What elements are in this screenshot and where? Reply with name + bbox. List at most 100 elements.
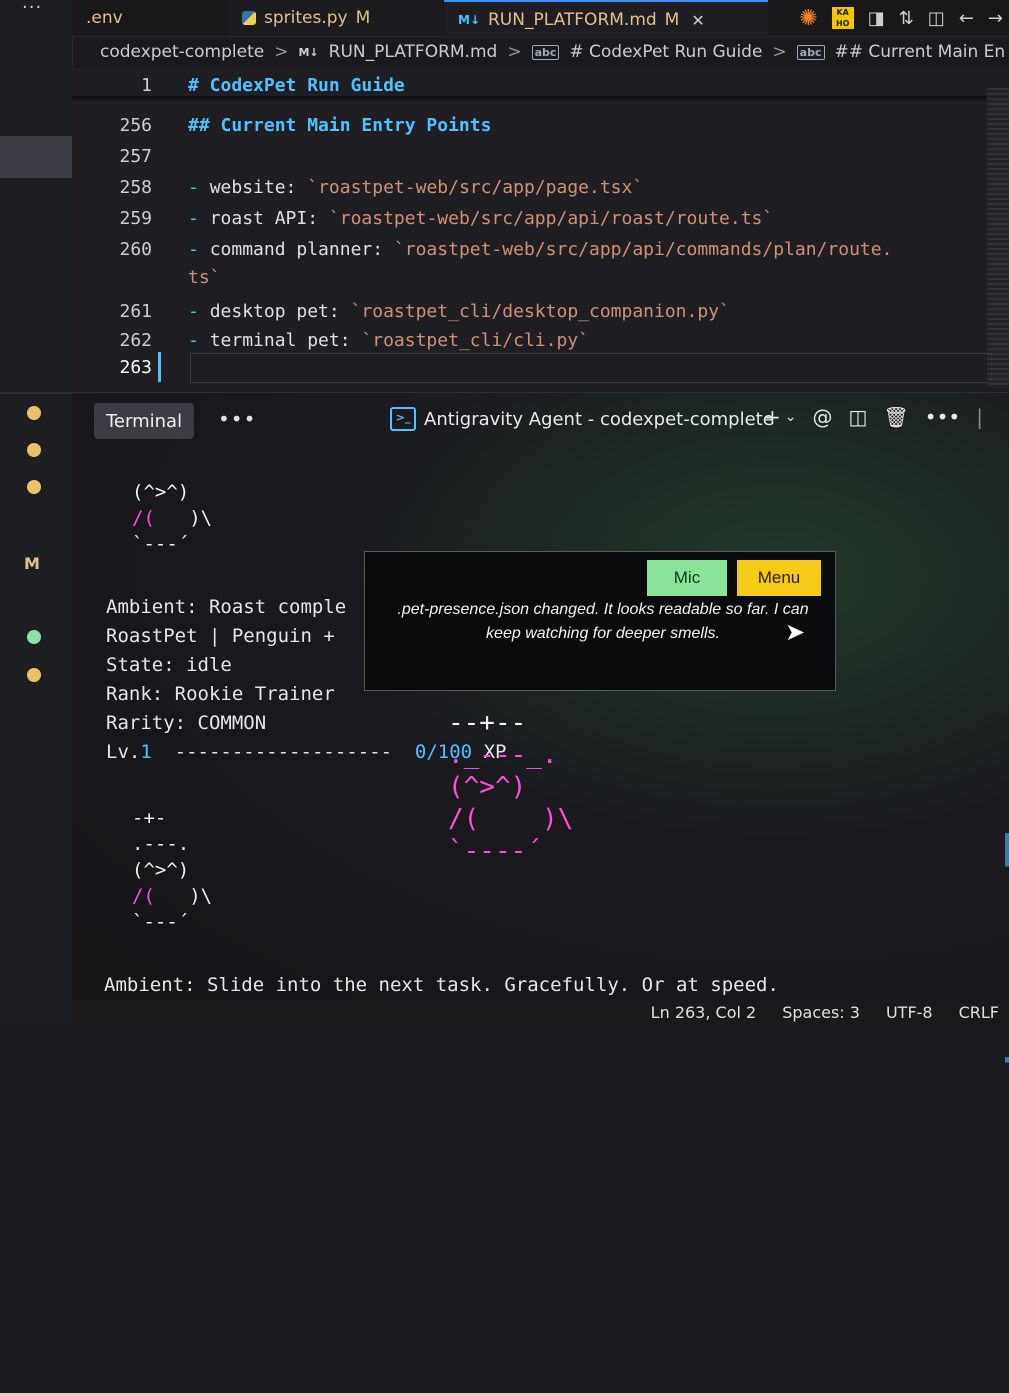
state-line: State: idle [106, 654, 232, 676]
terminal-icon: >_ [390, 407, 416, 431]
level-value: 1 [140, 741, 152, 763]
modified-indicator: M [355, 8, 371, 28]
list-bullet: - [188, 300, 199, 322]
inline-code: `roastpet_cli/desktop_companion.py` [350, 300, 730, 322]
tab-run-platform-md[interactable]: M↓ RUN_PLATFORM.md M ✕ [444, 0, 768, 38]
line-number: 262 [119, 329, 152, 351]
line-number: 259 [119, 207, 152, 229]
markdown-file-icon: M↓ [298, 45, 319, 59]
line-number: 258 [119, 176, 152, 198]
sticky-heading: # CodexPet Run Guide [188, 74, 405, 96]
change-dot-icon [27, 480, 41, 494]
breadcrumb-file[interactable]: RUN_PLATFORM.md [329, 42, 498, 62]
inline-code: `roastpet-web/src/app/page.tsx` [307, 176, 644, 198]
compare-changes-icon[interactable]: ⇅ [899, 8, 914, 29]
pet-body-left: /( [448, 804, 480, 834]
ambient-footer-line: Ambient: Slide into the next task. Grace… [104, 974, 779, 996]
tab-label: Terminal [106, 410, 183, 432]
breadcrumb-section[interactable]: # CodexPet Run Guide [569, 42, 762, 62]
list-item-label: command planner: [209, 238, 394, 260]
list-item: - command planner: `roastpet-web/src/app… [188, 239, 892, 260]
editor-line[interactable]: 256 ## Current Main Entry Points [72, 110, 491, 140]
activity-selected-item[interactable] [0, 136, 72, 178]
cursor-position[interactable]: Ln 263, Col 2 [651, 1003, 757, 1022]
activity-bar: ... M [0, 0, 73, 1024]
list-item-label: roast API: [209, 207, 329, 229]
more-icon[interactable]: ••• [218, 407, 256, 431]
pet-bottom: `---´ [132, 911, 190, 933]
tab-sprites-py[interactable]: sprites.py M [228, 0, 442, 36]
pet-body-left: /( [132, 507, 155, 529]
list-bullet: - [188, 176, 199, 198]
chevron-right-icon: > [274, 42, 289, 62]
pet-top: .---. [132, 833, 190, 855]
at-mention-icon[interactable]: @ [813, 405, 833, 429]
line-number: 260 [119, 238, 152, 260]
chevron-right-icon: > [507, 42, 522, 62]
tab-terminal[interactable]: Terminal [94, 403, 195, 439]
popup-message: .pet-presence.json changed. It looks rea… [397, 601, 809, 642]
terminal-scrollbar[interactable] [1005, 833, 1009, 1393]
editor-line[interactable]: 260 - command planner: `roastpet-web/src… [72, 234, 892, 264]
chevron-down-icon[interactable]: ⌄ [785, 409, 797, 425]
python-file-icon [242, 11, 256, 25]
forward-arrow-icon[interactable]: → [988, 8, 1003, 29]
breadcrumb-folder[interactable]: codexpet-complete [100, 42, 264, 62]
editor-line[interactable]: 262 - terminal pet: `roastpet_cli/cli.py… [72, 325, 589, 355]
change-dot-icon [27, 443, 41, 457]
minimap[interactable] [987, 88, 1009, 388]
ambient-line: Ambient: Roast comple [106, 596, 347, 618]
encoding[interactable]: UTF-8 [886, 1003, 933, 1022]
menu-button[interactable]: Menu [737, 560, 821, 596]
more-icon[interactable]: ••• [925, 405, 960, 429]
modified-badge: M [24, 554, 40, 573]
editor-line[interactable]: 258 - website: `roastpet-web/src/app/pag… [72, 172, 643, 202]
editor-tab-bar: .env sprites.py M M↓ RUN_PLATFORM.md M ✕… [72, 0, 1009, 38]
list-item: - terminal pet: `roastpet_cli/cli.py` [188, 330, 589, 351]
split-terminal-icon[interactable]: ◫ [849, 405, 868, 429]
line-ending[interactable]: CRLF [959, 1003, 999, 1022]
activity-overflow-icon[interactable]: ... [22, 0, 42, 13]
editor-line[interactable]: 257 [72, 141, 152, 171]
roastpet-line: RoastPet | Penguin + [106, 625, 335, 647]
breadcrumb-section[interactable]: ## Current Main En [835, 42, 1006, 62]
list-bullet: - [188, 207, 199, 229]
status-bar: Ln 263, Col 2 Spaces: 3 UTF-8 CRLF [72, 1000, 1009, 1024]
change-dot-icon [27, 668, 41, 682]
activity-divider [0, 392, 72, 394]
terminal-panel: Terminal ••• >_ Antigravity Agent - code… [72, 392, 1009, 1393]
mic-button[interactable]: Mic [647, 560, 727, 596]
markdown-heading: ## Current Main Entry Points [188, 114, 492, 136]
plus-icon[interactable]: + [764, 405, 781, 429]
big-pet-art: --+-- ._---_. (^>^) /( )\ `----´ [448, 707, 573, 867]
xp-bar: ------------------- [174, 741, 393, 763]
extension-icon[interactable]: KA HO [831, 7, 854, 29]
indentation[interactable]: Spaces: 3 [782, 1003, 860, 1022]
editor-line[interactable]: 259 - roast API: `roastpet-web/src/app/a… [72, 203, 773, 233]
tab-label: .env [86, 8, 123, 28]
inline-code: `roastpet-web/src/app/api/commands/plan/… [393, 238, 893, 260]
sparkle-icon[interactable]: ✺ [799, 6, 817, 31]
editor-wrapped-line[interactable]: ts` [72, 262, 221, 292]
back-arrow-icon[interactable]: ← [959, 8, 974, 29]
tab-label: sprites.py [264, 8, 348, 28]
editor-line[interactable]: 263 [72, 352, 152, 382]
rarity-line: Rarity: COMMON [106, 712, 267, 734]
trash-icon[interactable]: 🗑 [883, 405, 908, 429]
pet-hat: --+-- [448, 708, 527, 738]
pet-body-right: )\ [154, 507, 213, 529]
pet-top: ._---_. [448, 740, 558, 770]
open-preview-icon[interactable]: ◨ [868, 8, 885, 29]
line-number: 263 [119, 356, 152, 378]
list-item-label: desktop pet: [209, 300, 351, 322]
pet-body-right: )\ [541, 804, 574, 834]
editor-line[interactable]: 261 - desktop pet: `roastpet_cli/desktop… [72, 296, 729, 326]
pet-face: (^>^) [132, 859, 190, 881]
close-icon[interactable]: ✕ [691, 11, 704, 30]
tab-env[interactable]: .env [72, 0, 230, 36]
symbol-string-icon: abc [531, 44, 560, 60]
split-editor-icon[interactable]: ◫ [928, 8, 945, 29]
code-editor[interactable]: 1 # CodexPet Run Guide 256 ## Current Ma… [72, 68, 1009, 392]
symbol-string-icon: abc [796, 44, 825, 60]
terminal-instance-tab[interactable]: >_ Antigravity Agent - codexpet-complete [390, 407, 774, 431]
